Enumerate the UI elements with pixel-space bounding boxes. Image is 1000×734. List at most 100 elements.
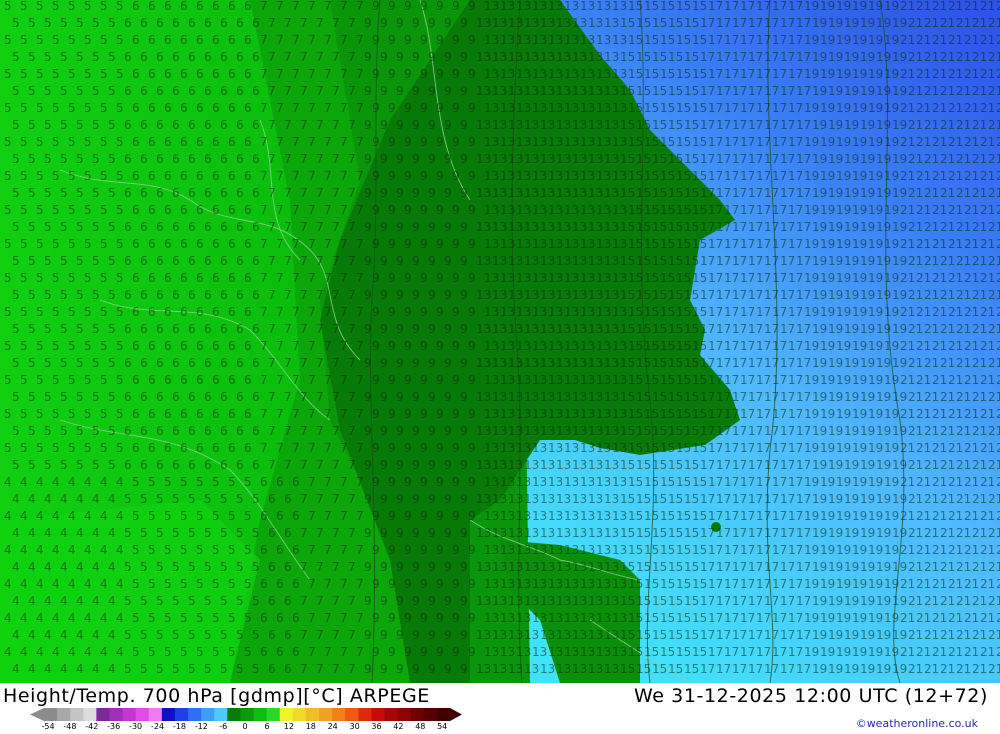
field-value-label: 6 [188, 186, 196, 200]
field-value-label: 4 [108, 662, 116, 676]
field-value-label: 17 [708, 645, 723, 659]
field-value-label: 19 [836, 0, 851, 13]
field-value-label: 6 [220, 390, 228, 404]
field-value-label: 21 [916, 67, 931, 81]
field-value-label: 9 [372, 611, 380, 625]
field-value-label: 6 [148, 441, 156, 455]
field-value-label: 6 [236, 254, 244, 268]
field-value-label: 7 [292, 203, 300, 217]
field-value-label: 5 [212, 611, 220, 625]
field-value-label: 5 [116, 305, 124, 319]
field-value-label: 15 [644, 577, 659, 591]
field-value-label: 9 [404, 0, 412, 13]
field-value-label: 5 [36, 441, 44, 455]
field-value-label: 19 [820, 0, 835, 13]
field-value-label: 7 [284, 356, 292, 370]
field-value-label: 5 [28, 84, 36, 98]
field-value-label: 6 [124, 84, 132, 98]
field-value-label: 6 [244, 67, 252, 81]
field-value-label: 13 [580, 509, 595, 523]
legend-arrow-left [30, 708, 44, 721]
field-value-label: 7 [316, 526, 324, 540]
field-value-label: 7 [348, 220, 356, 234]
field-value-label: 13 [572, 322, 587, 336]
field-value-label: 21 [988, 526, 1000, 540]
field-value-label: 15 [636, 356, 651, 370]
field-value-label: 19 [836, 339, 851, 353]
field-value-label: 19 [860, 186, 875, 200]
field-value-label: 13 [524, 288, 539, 302]
field-value-label: 13 [572, 50, 587, 64]
credit-link[interactable]: ©weatheronline.co.uk [856, 717, 978, 730]
field-value-label: 21 [932, 509, 947, 523]
field-value-label: 13 [492, 526, 507, 540]
field-value-label: 6 [212, 203, 220, 217]
field-value-label: 6 [260, 509, 268, 523]
field-value-label: 15 [684, 458, 699, 472]
field-value-label: 6 [140, 220, 148, 234]
field-value-label: 21 [972, 220, 987, 234]
field-value-label: 17 [748, 50, 763, 64]
legend-tick-label: -6 [219, 722, 228, 731]
field-value-label: 21 [908, 152, 923, 166]
field-value-label: 19 [860, 560, 875, 574]
field-value-label: 5 [12, 322, 20, 336]
legend-swatch [345, 708, 359, 721]
field-value-label: 6 [236, 16, 244, 30]
field-value-label: 7 [324, 475, 332, 489]
field-value-label: 6 [180, 33, 188, 47]
field-value-label: 5 [148, 475, 156, 489]
field-value-label: 15 [644, 339, 659, 353]
field-value-label: 6 [180, 407, 188, 421]
field-value-label: 9 [388, 271, 396, 285]
field-value-label: 19 [820, 543, 835, 557]
field-value-label: 19 [876, 288, 891, 302]
legend-tick-label: -30 [129, 722, 143, 731]
field-value-label: 7 [348, 662, 356, 676]
field-value-label: 15 [628, 611, 643, 625]
field-value-label: 17 [700, 16, 715, 30]
field-value-label: 6 [188, 16, 196, 30]
legend-swatch [83, 708, 97, 721]
field-value-label: 17 [716, 118, 731, 132]
field-value-label: 5 [196, 475, 204, 489]
field-value-label: 17 [788, 611, 803, 625]
field-value-label: 6 [220, 288, 228, 302]
field-value-label: 6 [252, 152, 260, 166]
field-value-label: 15 [652, 254, 667, 268]
field-value-label: 5 [28, 220, 36, 234]
field-value-label: 7 [332, 560, 340, 574]
field-value-label: 5 [60, 50, 68, 64]
field-value-label: 13 [508, 118, 523, 132]
field-value-label: 9 [468, 441, 476, 455]
field-value-label: 13 [572, 390, 587, 404]
field-value-label: 7 [316, 390, 324, 404]
field-value-label: 17 [700, 560, 715, 574]
field-value-label: 7 [316, 356, 324, 370]
field-value-label: 6 [284, 662, 292, 676]
field-value-label: 15 [636, 84, 651, 98]
field-value-label: 17 [716, 560, 731, 574]
field-value-label: 15 [676, 135, 691, 149]
field-value-label: 6 [124, 254, 132, 268]
field-value-label: 7 [348, 16, 356, 30]
field-value-label: 13 [580, 135, 595, 149]
field-value-label: 17 [732, 390, 747, 404]
field-value-label: 5 [28, 186, 36, 200]
field-value-label: 21 [956, 560, 971, 574]
legend-swatch [410, 708, 425, 721]
field-value-label: 5 [52, 67, 60, 81]
field-value-label: 19 [868, 67, 883, 81]
field-value-label: 15 [620, 288, 635, 302]
field-value-label: 17 [732, 492, 747, 506]
field-value-label: 7 [292, 0, 300, 13]
field-value-label: 5 [124, 526, 132, 540]
field-value-label: 13 [596, 407, 611, 421]
field-value-label: 19 [892, 356, 907, 370]
field-value-label: 17 [708, 33, 723, 47]
field-value-label: 9 [420, 475, 428, 489]
field-value-label: 19 [852, 33, 867, 47]
legend-swatch [240, 708, 255, 721]
field-value-label: 17 [796, 662, 811, 676]
field-value-label: 5 [12, 356, 20, 370]
